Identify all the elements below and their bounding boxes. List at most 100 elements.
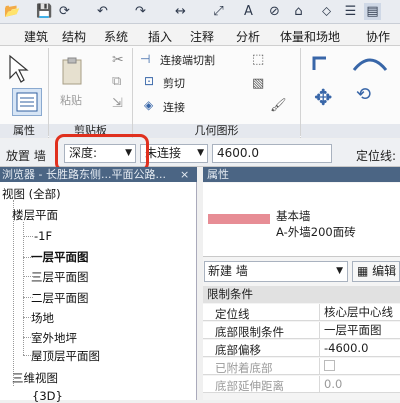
- tab-structure[interactable]: 结构: [62, 28, 86, 45]
- tree-item-label: 三维视图: [12, 371, 58, 385]
- folder-open-icon[interactable]: 📂: [4, 3, 21, 20]
- instance-selector-label: 新建 墙: [208, 264, 248, 278]
- property-value[interactable]: 核心层中心线: [319, 304, 400, 320]
- copy-icon[interactable]: ⧉: [112, 74, 121, 89]
- ribbon-separator: [132, 48, 133, 136]
- type-name: A-外墙200面砖: [276, 225, 356, 239]
- thin-lines-icon[interactable]: ☰: [342, 3, 359, 20]
- property-row: 底部限制条件 一层平面图: [203, 322, 400, 339]
- constraints-section[interactable]: 限制条件: [203, 286, 400, 303]
- property-value[interactable]: 0.0: [319, 376, 400, 392]
- move-icon[interactable]: ✥: [314, 86, 332, 111]
- property-row: 底部延伸距离 0.0: [203, 376, 400, 393]
- cut-label[interactable]: 剪切: [163, 75, 185, 91]
- join-end-cut-icon[interactable]: ⊣: [140, 52, 150, 66]
- tree-item-label: 楼层平面: [12, 208, 58, 222]
- undo-icon[interactable]: ↶: [94, 3, 111, 20]
- offset-value-input[interactable]: 4600.0: [212, 144, 332, 163]
- modify-icon[interactable]: [0, 52, 38, 84]
- place-wall-label: 放置 墙: [6, 149, 46, 163]
- property-value[interactable]: 一层平面图: [319, 322, 400, 338]
- close-icon[interactable]: ×: [180, 167, 189, 182]
- panel-properties-label: 属性: [0, 124, 48, 138]
- rotate-icon[interactable]: ⟲: [356, 84, 371, 105]
- property-row: 定位线 核心层中心线: [203, 304, 400, 321]
- property-row: 底部偏移 -4600.0: [203, 340, 400, 357]
- scissors-icon[interactable]: ✂: [112, 52, 124, 68]
- edit-type-label: 编辑: [372, 264, 397, 278]
- instance-selector[interactable]: 新建 墙 ▼: [204, 261, 348, 282]
- property-value: [319, 358, 400, 374]
- tab-annotate[interactable]: 注释: [190, 28, 214, 45]
- cut-icon[interactable]: ⊡: [144, 74, 154, 88]
- property-value[interactable]: -4600.0: [319, 340, 400, 356]
- split-face-icon[interactable]: ▧: [252, 76, 264, 91]
- chevron-down-icon: ▼: [197, 148, 204, 158]
- property-name: 底部偏移: [215, 343, 261, 357]
- tab-architecture[interactable]: 建筑: [24, 28, 48, 45]
- sync-icon[interactable]: ⟳: [56, 3, 73, 20]
- tree-item[interactable]: 室外地坪: [31, 330, 77, 346]
- tree-item[interactable]: -1F: [34, 229, 52, 243]
- panel-modify-label: [301, 124, 400, 138]
- tab-insert[interactable]: 插入: [148, 28, 172, 45]
- tab-analyze[interactable]: 分析: [236, 28, 260, 45]
- browser-title: 浏览器 - 长胜路东侧...平面公路...: [2, 168, 166, 181]
- tab-massing-site[interactable]: 体量和场地: [280, 28, 340, 45]
- tree-item[interactable]: 二层平面图: [31, 290, 89, 306]
- properties-header: 属性: [203, 167, 400, 182]
- measure-icon[interactable]: ↔: [172, 3, 189, 20]
- tree-item[interactable]: 楼层平面: [12, 207, 58, 223]
- browser-header: 浏览器 - 长胜路东侧...平面公路...: [0, 167, 197, 182]
- tab-systems[interactable]: 系统: [104, 28, 128, 45]
- tree-item-label: 场地: [31, 311, 54, 325]
- join-end-cut-label[interactable]: 连接端切割: [160, 52, 215, 68]
- tree-item-label: 视图 (全部): [2, 187, 61, 201]
- tree-item-label: 室外地坪: [31, 331, 77, 345]
- paint-icon[interactable]: 🖌: [270, 98, 287, 113]
- tree-item[interactable]: 三层平面图: [31, 269, 89, 285]
- paste-icon[interactable]: [58, 56, 88, 88]
- tree-item[interactable]: 场地: [31, 310, 54, 326]
- quick-access-toolbar: 📂 💾 ⟳ ↶ ↷ ↔ ⤢ A ⊘ ⌂ ⬦ ☰ ▤: [0, 0, 400, 24]
- tab-collaborate[interactable]: 协作: [366, 28, 390, 45]
- tree-item-label: {3D}: [32, 389, 63, 403]
- section-icon[interactable]: ⬦: [318, 3, 335, 20]
- text-icon[interactable]: A: [240, 3, 257, 20]
- unconnected-dropdown[interactable]: 未连接 ▼: [140, 144, 208, 163]
- location-line-label: 定位线:: [356, 149, 397, 163]
- property-row: 已附着底部: [203, 358, 400, 375]
- tree-item[interactable]: 屋顶层平面图: [31, 348, 100, 364]
- edit-type-icon: ▦: [357, 264, 369, 278]
- match-type-icon[interactable]: ⇲: [112, 96, 123, 111]
- tree-item[interactable]: {3D}: [32, 389, 63, 403]
- tree-item-label: 屋顶层平面图: [31, 349, 100, 363]
- edit-type-button[interactable]: ▦ 编辑: [352, 261, 400, 282]
- dimension-icon[interactable]: ⤢: [210, 3, 227, 20]
- tree-item-label: 三层平面图: [31, 270, 89, 284]
- attached-checkbox[interactable]: [324, 360, 335, 371]
- panel-geometry-label: 几何图形: [133, 124, 300, 138]
- save-icon[interactable]: 💾: [36, 3, 53, 20]
- redo-icon[interactable]: ↷: [132, 3, 149, 20]
- 3d-view-icon[interactable]: ⌂: [290, 3, 307, 20]
- wall-join-icon[interactable]: ⬚: [252, 52, 264, 67]
- offset-value: 4600.0: [217, 146, 259, 160]
- connect-label[interactable]: 连接: [163, 99, 185, 115]
- align-icon[interactable]: [310, 52, 340, 74]
- connect-icon[interactable]: ◈: [144, 98, 153, 112]
- tree-guide: [23, 222, 24, 355]
- tree-item[interactable]: 视图 (全部): [2, 186, 61, 202]
- property-name: 定位线: [215, 307, 250, 321]
- paste-label: 粘贴: [60, 94, 82, 107]
- tree-item[interactable]: 三维视图: [12, 370, 58, 386]
- properties-icon[interactable]: [12, 88, 42, 116]
- property-name: 已附着底部: [215, 361, 273, 375]
- properties-title: 属性: [207, 168, 229, 181]
- switch-windows-icon[interactable]: ▤: [364, 3, 381, 20]
- property-name: 底部限制条件: [215, 325, 284, 339]
- tree-guide: [13, 200, 14, 386]
- offset-icon[interactable]: [350, 50, 390, 76]
- tree-item-active[interactable]: 一层平面图: [31, 249, 89, 265]
- tag-icon[interactable]: ⊘: [266, 3, 283, 20]
